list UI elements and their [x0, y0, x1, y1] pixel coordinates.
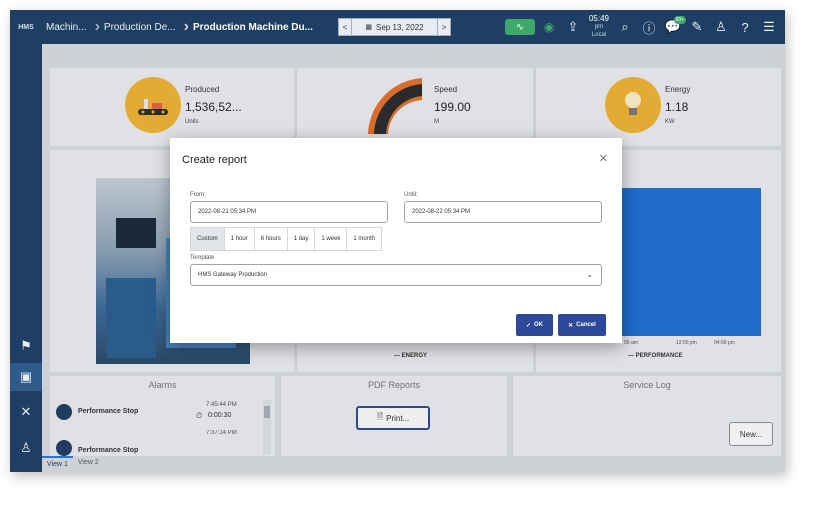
range-1-day[interactable]: 1 day [288, 228, 316, 250]
date-prev-button[interactable]: < [338, 18, 352, 36]
top-icons: ∿ ◉ ⇪ 05:49 pm Local ⌕ ⓘ 💬 99+ ✎ ♙ ? ☰ [505, 10, 779, 44]
check-icon: ✓ [525, 322, 532, 329]
notification-badge: 99+ [673, 16, 686, 24]
create-report-dialog: Create report ✕ From: 2022-08-21 05:34 P… [170, 138, 622, 343]
range-1-month[interactable]: 1 month [347, 228, 381, 250]
user-settings-icon[interactable]: ♙ [10, 434, 42, 462]
until-date-field[interactable]: 2022-08-22 05:34 PM [404, 201, 602, 223]
help-icon[interactable]: ? [735, 17, 755, 37]
chevron-right-icon: › [94, 18, 100, 35]
dashboard-icon[interactable]: ▣ [10, 363, 42, 391]
template-label: Template [190, 255, 215, 261]
user-icon[interactable]: ♙ [711, 17, 731, 37]
top-bar: HMS Machin... › Production De... › Product… [10, 10, 785, 44]
app-logo[interactable]: HMS [10, 10, 42, 44]
clock: 05:49 pm Local [588, 14, 610, 39]
range-6-hours[interactable]: 6 hours [255, 228, 288, 250]
calendar-icon: ▦ [365, 24, 372, 31]
chevron-right-icon: › [183, 18, 189, 35]
notifications-icon[interactable]: 💬 99+ [663, 16, 686, 37]
breadcrumb-production[interactable]: › Production De... [91, 10, 180, 44]
edit-icon[interactable]: ✎ [687, 17, 707, 37]
chevron-down-icon: ⌄ [586, 270, 593, 279]
date-navigator: < ▦ Sep 13, 2022 > [338, 18, 451, 36]
close-icon[interactable]: ✕ [599, 152, 608, 165]
breadcrumb-machine[interactable]: Machin... [42, 10, 91, 44]
cancel-button[interactable]: ✕ Cancel [558, 314, 606, 336]
status-dot-icon[interactable]: ◉ [539, 17, 559, 37]
dialog-title: Create report [182, 154, 247, 166]
until-label: Until: [404, 192, 418, 198]
date-next-button[interactable]: > [437, 18, 451, 36]
template-select[interactable]: HMS Gateway Production ⌄ [190, 264, 602, 286]
tools-icon[interactable]: ✕ [10, 398, 42, 426]
menu-icon[interactable]: ☰ [759, 17, 779, 37]
sidebar: ⚑ ▣ ✕ ♙ [10, 44, 42, 472]
quick-range-selector: Custom 1 hour 6 hours 1 day 1 week 1 mon… [190, 227, 383, 251]
upload-icon[interactable]: ⇪ [563, 17, 583, 37]
ok-button[interactable]: ✓ OK [516, 314, 553, 336]
breadcrumb-current[interactable]: › Production Machine Du... [180, 10, 317, 44]
app-window: HMS Machin... › Production De... › Product… [10, 10, 785, 472]
alert-icon[interactable]: ⓘ [639, 17, 659, 37]
range-1-hour[interactable]: 1 hour [225, 228, 255, 250]
range-1-week[interactable]: 1 week [315, 228, 348, 250]
from-label: From: [190, 192, 206, 198]
date-picker[interactable]: ▦ Sep 13, 2022 [352, 18, 437, 36]
range-custom[interactable]: Custom [191, 228, 225, 250]
heartbeat-icon[interactable]: ∿ [505, 19, 535, 35]
flag-icon[interactable]: ⚑ [10, 332, 42, 360]
close-icon: ✕ [568, 322, 574, 329]
from-date-field[interactable]: 2022-08-21 05:34 PM [190, 201, 388, 223]
search-icon[interactable]: ⌕ [615, 17, 635, 37]
